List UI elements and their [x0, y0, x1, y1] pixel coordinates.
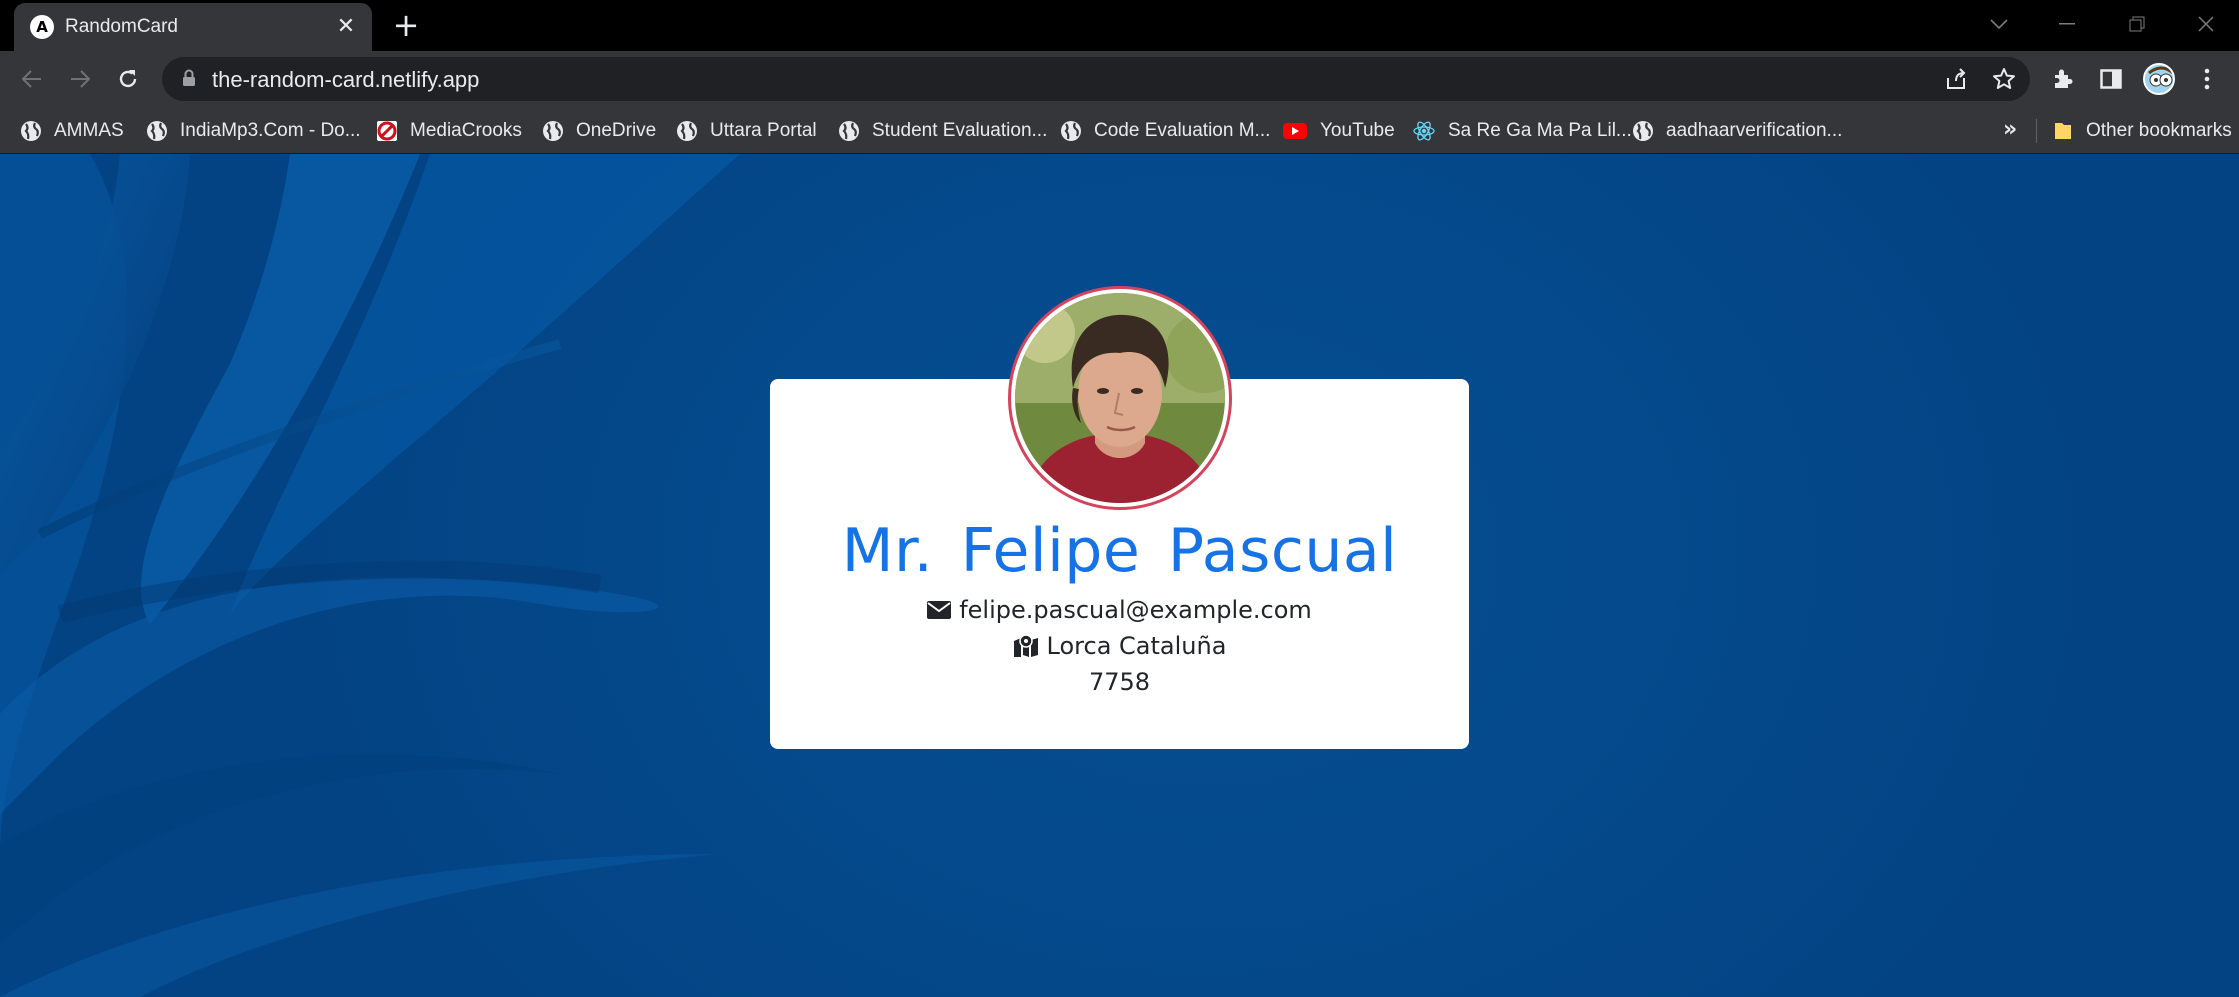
profile-name: Mr. Felipe Pascual — [841, 516, 1398, 586]
profile-avatar — [2143, 63, 2175, 95]
react-icon — [1413, 121, 1435, 141]
bookmark-item[interactable]: Uttara Portal — [676, 116, 817, 146]
menu-kebab-icon[interactable] — [2187, 59, 2227, 99]
bookmark-item[interactable]: OneDrive — [542, 116, 656, 146]
close-tab-icon[interactable]: ✕ — [332, 12, 360, 40]
forward-arrow-icon — [71, 70, 91, 88]
lock-icon — [183, 69, 195, 86]
email-row: felipe.pascual@example.com — [770, 596, 1469, 624]
bookmark-label: MediaCrooks — [410, 120, 522, 141]
new-tab-button[interactable]: + — [388, 6, 424, 44]
globe-icon — [21, 121, 41, 141]
globe-icon — [1633, 121, 1653, 141]
bookmark-label: IndiaMp3.Com - Do... — [180, 120, 361, 141]
bookmarks-bar: AMMAS IndiaMp3.Com - Do... MediaCrooks O… — [0, 107, 2239, 154]
tab-favicon-icon: A — [30, 15, 54, 39]
reload-button[interactable] — [108, 59, 148, 99]
youtube-icon — [1283, 123, 1307, 139]
other-bookmarks-label: Other bookmarks — [2086, 120, 2232, 141]
url-text[interactable]: the-random-card.netlify.app — [212, 67, 479, 93]
page-background: Mr. Felipe Pascual felipe.pascual@exampl… — [0, 154, 2239, 997]
globe-icon — [677, 121, 697, 141]
browser-toolbar: the-random-card.netlify.app — [0, 51, 2239, 107]
email-text: felipe.pascual@example.com — [959, 596, 1312, 624]
minimize-button[interactable] — [2047, 6, 2087, 42]
location-text: Lorca Cataluña — [1046, 632, 1227, 660]
bookmark-label: OneDrive — [576, 120, 657, 141]
tab-strip: A RandomCard ✕ + — [0, 0, 2239, 51]
bookmark-item[interactable]: MediaCrooks — [376, 116, 522, 146]
bookmark-item[interactable]: aadhaarverification... — [1632, 116, 1842, 146]
bookmarks-divider — [2036, 119, 2037, 143]
mediacrooks-icon — [377, 121, 397, 141]
bookmarks-overflow-button[interactable]: » — [2003, 117, 2017, 142]
profile-photo — [1008, 286, 1232, 510]
bookmark-star-icon[interactable] — [1990, 65, 2018, 93]
postcode-row: 7758 — [770, 668, 1469, 696]
extensions-icon[interactable] — [2043, 59, 2083, 99]
bookmark-label: aadhaarverification... — [1666, 120, 1843, 141]
globe-icon — [543, 121, 563, 141]
globe-icon — [147, 121, 167, 141]
bookmark-item[interactable]: AMMAS — [20, 116, 124, 146]
map-location-icon — [1013, 634, 1038, 657]
bookmark-label: Code Evaluation M... — [1094, 120, 1271, 141]
reload-icon — [119, 70, 137, 88]
other-bookmarks-folder[interactable]: Other bookmarks — [2052, 116, 2232, 146]
bookmark-label: Student Evaluation... — [872, 120, 1048, 141]
back-button[interactable] — [12, 59, 52, 99]
location-row: Lorca Cataluña — [770, 632, 1469, 660]
share-icon[interactable] — [1942, 65, 1970, 93]
tab-title: RandomCard — [65, 16, 178, 37]
globe-icon — [1061, 121, 1081, 141]
profile-avatar-button[interactable] — [2139, 59, 2179, 99]
person-photo-icon — [1015, 293, 1225, 503]
window-close-button[interactable] — [2186, 6, 2226, 42]
address-bar[interactable]: the-random-card.netlify.app — [162, 57, 2030, 101]
side-panel-icon[interactable] — [2091, 59, 2131, 99]
postcode-text: 7758 — [1088, 668, 1151, 696]
bookmark-label: AMMAS — [54, 120, 124, 141]
globe-icon — [839, 121, 859, 141]
folder-icon — [2055, 123, 2071, 139]
tab-search-chevron-icon[interactable] — [1979, 6, 2019, 42]
bookmark-item[interactable]: IndiaMp3.Com - Do... — [146, 116, 361, 146]
bookmark-label: YouTube — [1320, 120, 1395, 141]
envelope-icon — [927, 601, 952, 619]
browser-tab[interactable]: A RandomCard ✕ — [14, 3, 372, 51]
forward-button[interactable] — [60, 59, 100, 99]
bookmark-item[interactable]: Code Evaluation M... — [1060, 116, 1270, 146]
bookmark-item[interactable]: Student Evaluation... — [838, 116, 1047, 146]
bookmark-item[interactable]: Sa Re Ga Ma Pa Lil... — [1412, 116, 1632, 146]
back-arrow-icon — [21, 70, 41, 88]
restore-button[interactable] — [2117, 6, 2157, 42]
bookmark-label: Uttara Portal — [710, 120, 817, 141]
bookmark-label: Sa Re Ga Ma Pa Lil... — [1448, 120, 1632, 141]
bookmark-item[interactable]: YouTube — [1282, 116, 1395, 146]
